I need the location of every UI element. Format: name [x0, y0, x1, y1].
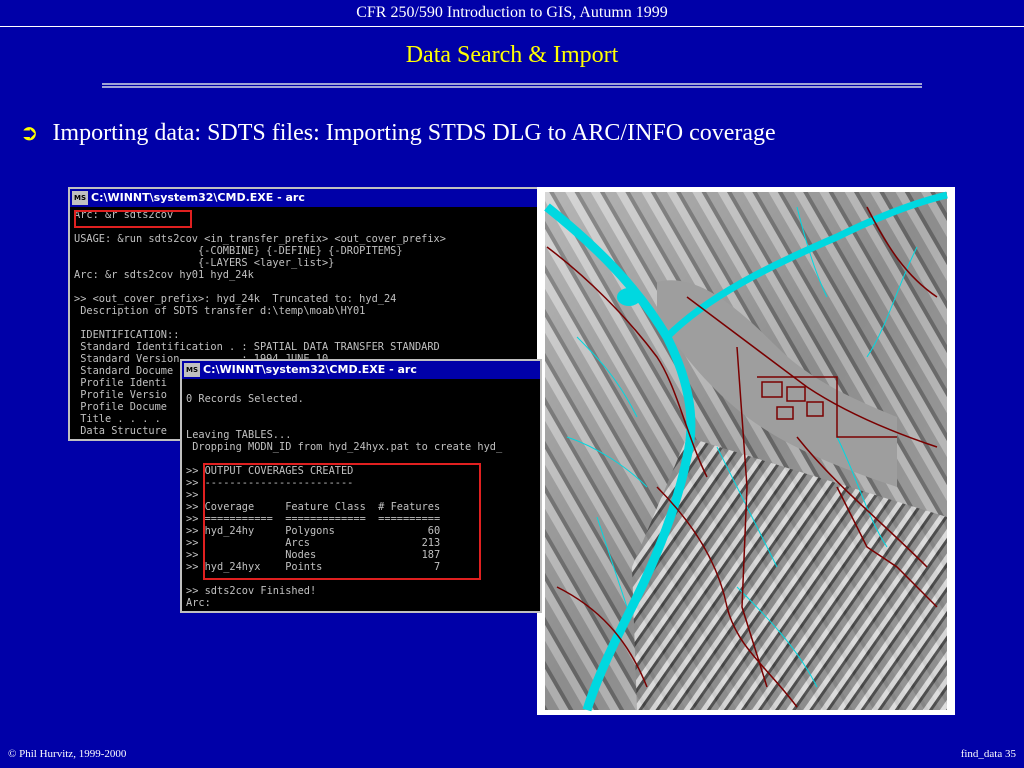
console-line: Profile Docume [80, 401, 167, 413]
console-line: Leaving TABLES... [186, 429, 292, 441]
console-line: Profile Versio [80, 389, 167, 401]
console-line: >> <out_cover_prefix>: hyd_24k Truncated… [74, 293, 397, 305]
bullet-item: ➲ Importing data: SDTS files: Importing … [20, 120, 776, 147]
window-2-title: C:\WINNT\system32\CMD.EXE - arc [203, 363, 417, 376]
command-highlight-box [74, 210, 192, 228]
title-rule-bottom [102, 86, 922, 88]
console-line: Arc: &r sdts2cov hy01 hyd_24k [74, 269, 254, 281]
course-header: CFR 250/590 Introduction to GIS, Autumn … [356, 4, 668, 21]
footer-copyright: © Phil Hurvitz, 1999-2000 [8, 748, 127, 760]
shaded-relief-map [537, 187, 955, 715]
title-rule-top [102, 83, 922, 85]
cmd-window-2[interactable]: MS C:\WINNT\system32\CMD.EXE - arc 0 Rec… [180, 359, 542, 613]
console-line: Title . . . . [80, 413, 161, 425]
console-line: USAGE: &run sdts2cov <in_transfer_prefix… [74, 233, 446, 245]
console-line: >> [186, 489, 199, 501]
console-line: IDENTIFICATION:: [80, 329, 180, 341]
console-line: Profile Identi [80, 377, 167, 389]
window-1-titlebar[interactable]: MS C:\WINNT\system32\CMD.EXE - arc [70, 189, 540, 207]
console-line: Standard Docume [80, 365, 174, 377]
output-highlight-box [203, 463, 481, 580]
footer-page-id: find_data 35 [960, 748, 1016, 760]
circled-arrow-icon: ➲ [20, 121, 39, 146]
window-1-title: C:\WINNT\system32\CMD.EXE - arc [91, 191, 305, 204]
slide-title: Data Search & Import [405, 42, 619, 68]
console-line: Data Structure [80, 425, 167, 437]
console-line: Description of SDTS transfer d:\temp\moa… [80, 305, 366, 317]
console-line: {-LAYERS <layer_list>} [197, 257, 335, 269]
console-line: {-COMBINE} {-DEFINE} {-DROPITEMS} [197, 245, 403, 257]
bullet-text: Importing data: SDTS files: Importing ST… [52, 120, 776, 146]
console-line: >> sdts2cov Finished! [186, 585, 317, 597]
ms-dos-icon: MS [72, 191, 88, 205]
ms-dos-icon: MS [184, 363, 200, 377]
console-line: Arc: [186, 597, 211, 609]
header-divider [0, 26, 1024, 27]
console-line: Standard Identification . : SPATIAL DATA… [80, 341, 440, 353]
console-line: Dropping MODN_ID from hyd_24hyx.pat to c… [192, 441, 503, 453]
window-2-titlebar[interactable]: MS C:\WINNT\system32\CMD.EXE - arc [182, 361, 540, 379]
console-line: 0 Records Selected. [186, 393, 304, 405]
map-svg [544, 191, 948, 712]
